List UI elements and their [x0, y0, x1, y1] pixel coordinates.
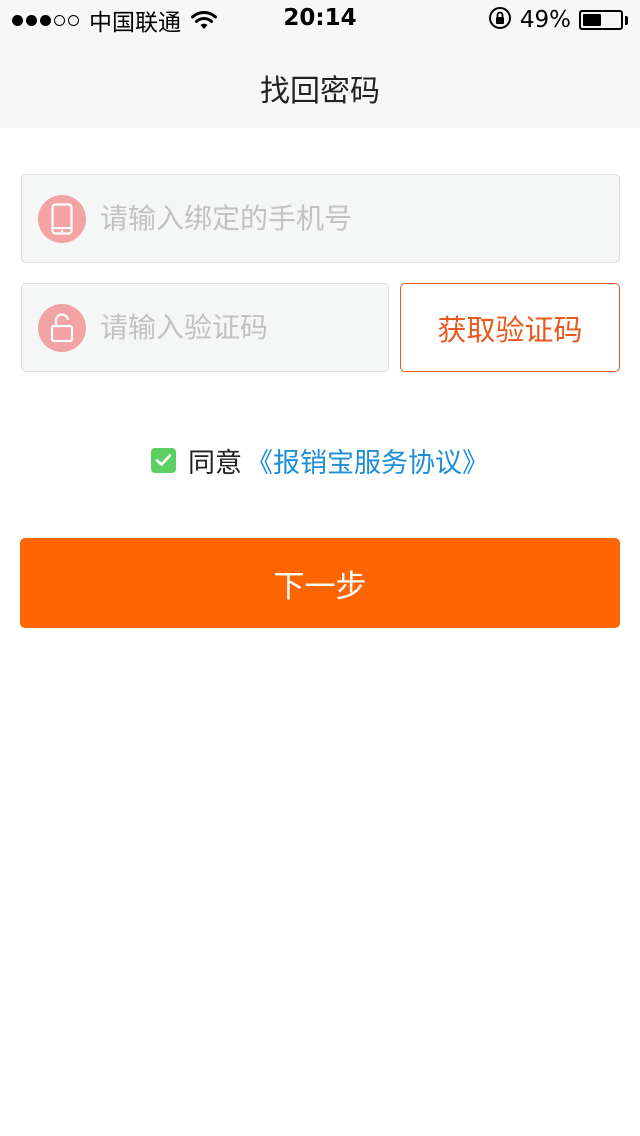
battery-percent: 49% — [519, 7, 571, 33]
agreement-prefix: 同意 — [188, 447, 242, 479]
status-bar: 中国联通 20:14 49% — [0, 0, 640, 40]
phone-input[interactable] — [100, 175, 600, 262]
checkmark-icon — [155, 454, 172, 466]
phone-field[interactable] — [21, 174, 620, 263]
get-code-button[interactable]: 获取验证码 — [400, 283, 620, 372]
rotation-lock-icon — [488, 6, 512, 34]
lock-icon — [38, 304, 86, 352]
page-title: 找回密码 — [260, 74, 380, 109]
navigation-bar: 找回密码 — [0, 40, 640, 128]
agreement-checkbox[interactable] — [151, 447, 176, 473]
agreement-row: 同意 《报销宝服务协议》 — [0, 440, 640, 480]
battery-icon — [579, 10, 623, 30]
code-field[interactable] — [21, 283, 389, 372]
status-bar-right: 49% — [488, 6, 628, 34]
code-input[interactable] — [100, 284, 370, 371]
phone-icon — [38, 195, 86, 243]
agreement-link[interactable]: 《报销宝服务协议》 — [246, 441, 489, 480]
battery-tip — [625, 15, 628, 25]
next-button[interactable]: 下一步 — [20, 538, 620, 628]
